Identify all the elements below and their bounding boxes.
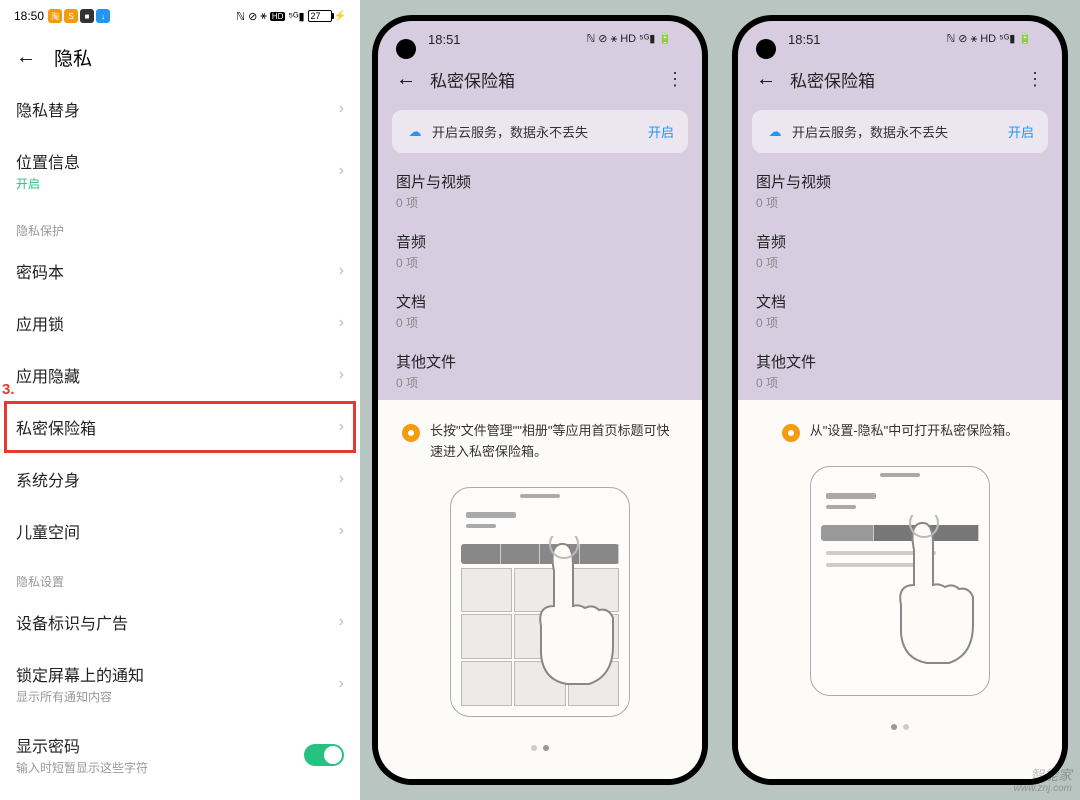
watermark: 智能家www.znj.com xyxy=(1014,768,1072,794)
step-number: 3. xyxy=(2,381,15,398)
page-header: ← 隐私 xyxy=(0,32,360,83)
chevron-right-icon: › xyxy=(339,162,344,180)
battery-indicator: 27 ⚡ xyxy=(308,10,346,22)
row-lockscreen-notifications[interactable]: 锁定屏幕上的通知显示所有通知内容 › xyxy=(0,648,360,719)
chevron-right-icon: › xyxy=(339,675,344,693)
bulb-icon xyxy=(402,424,420,442)
tip-text: 长按"文件管理""相册"等应用首页标题可快速进入私密保险箱。 xyxy=(430,421,678,463)
nfc-icon: ℕ xyxy=(236,10,245,23)
settings-screenshot: 18:50 淘 S ■ ↓ ℕ ⊘ ⚹ HD ⁵ᴳ▮ 27 ⚡ ← 隐私 隐私替… xyxy=(0,0,360,800)
chevron-right-icon: › xyxy=(339,613,344,631)
chevron-right-icon: › xyxy=(339,314,344,332)
cat-other[interactable]: 其他文件0 项 xyxy=(738,341,1062,395)
cat-audio[interactable]: 音频0 项 xyxy=(378,221,702,281)
phone-header: ← 私密保险箱 ⋮ xyxy=(378,57,702,102)
settings-list[interactable]: 隐私替身 › 位置信息开启 › 隐私保护 密码本 › 应用锁 › 应用隐藏 › … xyxy=(0,83,360,800)
row-device-ad[interactable]: 设备标识与广告 › xyxy=(0,596,360,648)
hand-icon xyxy=(519,536,639,686)
hand-icon xyxy=(879,515,999,665)
cloud-enable-link[interactable]: 开启 xyxy=(648,122,674,141)
page-dots xyxy=(891,724,909,730)
phone-header: ← 私密保险箱 ⋮ xyxy=(738,57,1062,102)
app-icon-1: 淘 xyxy=(48,9,62,23)
more-icon[interactable]: ⋮ xyxy=(1026,69,1044,90)
chevron-right-icon: › xyxy=(339,366,344,384)
app-icon-4: ↓ xyxy=(96,9,110,23)
row-privacy-substitute[interactable]: 隐私替身 › xyxy=(0,83,360,135)
bluetooth-icon: ⚹ xyxy=(260,10,267,23)
cloud-icon: ☁ xyxy=(766,123,784,141)
page-title: 私密保险箱 xyxy=(790,67,875,92)
status-time: 18:50 xyxy=(14,9,44,23)
camera-hole xyxy=(756,39,776,59)
phone-photo-a: 18:51 ℕ ⊘ ⚹ HD ⁵ᴳ▮ 🔋 ← 私密保险箱 ⋮ ☁开启云服务，数据… xyxy=(360,0,720,800)
tip-text: 从"设置-隐私"中可打开私密保险箱。 xyxy=(810,421,1019,442)
page-title: 隐私 xyxy=(54,44,92,71)
more-icon[interactable]: ⋮ xyxy=(666,69,684,90)
row-password-book[interactable]: 密码本 › xyxy=(0,245,360,297)
illustration-settings xyxy=(810,466,990,696)
nfc-icon: ℕ ⊘ ⚹ HD ⁵ᴳ▮ 🔋 xyxy=(586,32,672,46)
row-private-safe[interactable]: 私密保险箱 › xyxy=(0,401,360,453)
cloud-enable-link[interactable]: 开启 xyxy=(1008,122,1034,141)
section-privacy-protection: 隐私保护 xyxy=(0,206,360,245)
app-icon-3: ■ xyxy=(80,9,94,23)
chevron-right-icon: › xyxy=(339,418,344,436)
cat-docs[interactable]: 文档0 项 xyxy=(378,281,702,341)
row-system-clone[interactable]: 系统分身 › xyxy=(0,453,360,505)
illustration-longpress xyxy=(450,487,630,717)
chevron-right-icon: › xyxy=(339,522,344,540)
page-dots xyxy=(531,745,549,751)
cat-docs[interactable]: 文档0 项 xyxy=(738,281,1062,341)
status-bar: 18:50 淘 S ■ ↓ ℕ ⊘ ⚹ HD ⁵ᴳ▮ 27 ⚡ xyxy=(0,0,360,32)
phone-status-bar: 18:51 ℕ ⊘ ⚹ HD ⁵ᴳ▮ 🔋 xyxy=(738,21,1062,57)
chevron-right-icon: › xyxy=(339,262,344,280)
back-button[interactable]: ← xyxy=(16,46,36,69)
app-icon-2: S xyxy=(64,9,78,23)
cloud-banner[interactable]: ☁开启云服务，数据永不丢失 开启 xyxy=(392,110,688,153)
back-button[interactable]: ← xyxy=(756,68,776,91)
page-title: 私密保险箱 xyxy=(430,67,515,92)
cloud-banner[interactable]: ☁开启云服务，数据永不丢失 开启 xyxy=(752,110,1048,153)
dnd-icon: ⊘ xyxy=(248,10,257,23)
row-show-password[interactable]: 显示密码输入时短暂显示这些字符 xyxy=(0,719,360,790)
toggle-show-password[interactable] xyxy=(304,744,344,766)
cat-other[interactable]: 其他文件0 项 xyxy=(378,341,702,395)
tip-sheet: 长按"文件管理""相册"等应用首页标题可快速进入私密保险箱。 xyxy=(378,401,702,779)
camera-hole xyxy=(396,39,416,59)
hd-icon: HD xyxy=(270,12,286,21)
chevron-right-icon: › xyxy=(339,100,344,118)
tip-sheet: 从"设置-隐私"中可打开私密保险箱。 xyxy=(738,401,1062,779)
back-button[interactable]: ← xyxy=(396,68,416,91)
phone-photo-b: 18:51 ℕ ⊘ ⚹ HD ⁵ᴳ▮ 🔋 ← 私密保险箱 ⋮ ☁开启云服务，数据… xyxy=(720,0,1080,800)
cat-audio[interactable]: 音频0 项 xyxy=(738,221,1062,281)
cat-photo-video[interactable]: 图片与视频0 项 xyxy=(378,161,702,221)
cat-photo-video[interactable]: 图片与视频0 项 xyxy=(738,161,1062,221)
row-kids-space[interactable]: 儿童空间 › xyxy=(0,505,360,557)
chevron-right-icon: › xyxy=(339,470,344,488)
row-location[interactable]: 位置信息开启 › xyxy=(0,135,360,206)
row-app-hide[interactable]: 应用隐藏 › xyxy=(0,349,360,401)
bulb-icon xyxy=(782,424,800,442)
row-app-lock[interactable]: 应用锁 › xyxy=(0,297,360,349)
section-privacy-settings: 隐私设置 xyxy=(0,557,360,596)
phone-status-bar: 18:51 ℕ ⊘ ⚹ HD ⁵ᴳ▮ 🔋 xyxy=(378,21,702,57)
cloud-icon: ☁ xyxy=(406,123,424,141)
signal-icon: ⁵ᴳ▮ xyxy=(288,10,304,23)
